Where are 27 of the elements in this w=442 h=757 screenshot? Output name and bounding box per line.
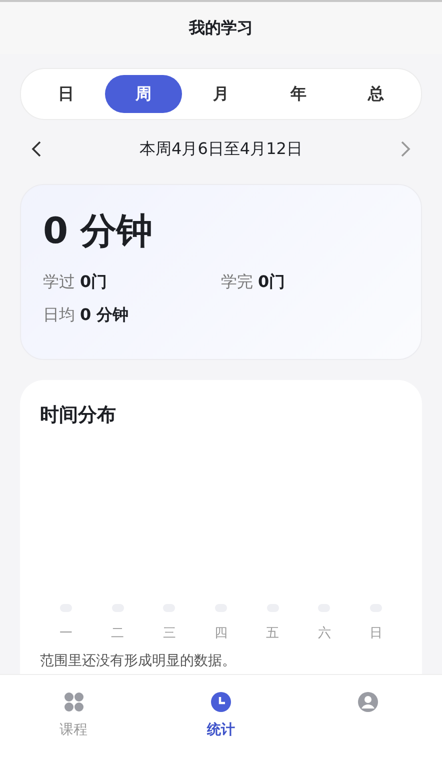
card-title: 时间分布 [40, 403, 117, 428]
period-tab[interactable]: 周 [104, 75, 182, 113]
day-label: 四 [214, 625, 228, 642]
stat-value: 0门 [80, 272, 108, 293]
empty-note: 范围里还没有形成明显的数据。 [40, 652, 237, 670]
day-label: 日 [370, 625, 383, 642]
grid-icon [62, 691, 85, 713]
period-tab[interactable]: 总 [337, 75, 415, 113]
stat-value: 0门 [258, 272, 286, 293]
day-label: 五 [266, 625, 280, 642]
period-tab[interactable]: 年 [260, 75, 338, 113]
period-tab[interactable]: 日 [27, 75, 105, 113]
day-label: 六 [318, 625, 331, 642]
stat-label: 学过 [43, 272, 75, 293]
nav-item[interactable]: 统计 [147, 675, 295, 757]
clock-icon [210, 691, 232, 713]
day-label: 二 [111, 625, 124, 642]
page-title: 我的学习 [189, 18, 253, 38]
stat-label: 学完 [221, 272, 253, 293]
user-icon [357, 691, 380, 713]
period-tab[interactable]: 月 [182, 75, 260, 113]
day-label: 三 [162, 625, 176, 642]
date-range: 本周4月6日至4月12日 [140, 138, 302, 160]
day-label: 一 [59, 625, 72, 642]
stat-value: 0 分钟 [80, 305, 129, 326]
total-time: 0 分钟 [43, 210, 154, 254]
stat-label: 日均 [43, 305, 75, 326]
